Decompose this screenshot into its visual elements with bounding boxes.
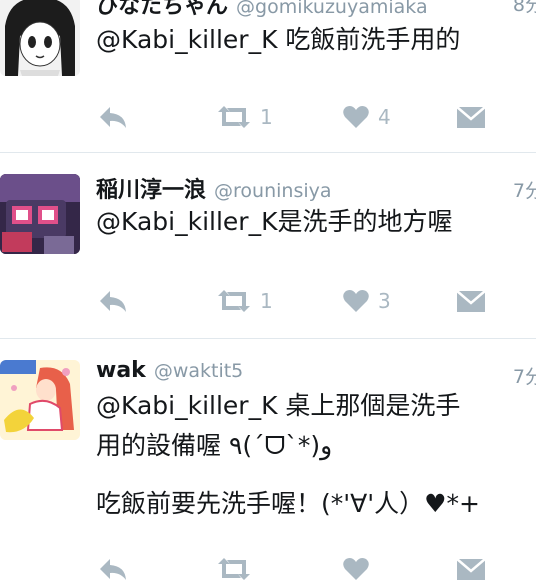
reply-button[interactable] (98, 104, 128, 130)
reply-icon (100, 559, 126, 580)
reply-icon (100, 107, 126, 128)
tweet-text-line: @Kabi_killer_K是洗手的地方喔 (96, 207, 453, 236)
user-handle[interactable]: @gomikuzuyamiaka (236, 0, 428, 18)
heart-icon (343, 290, 369, 312)
tweet-text-line: @Kabi_killer_K 吃飯前洗手用的 (96, 25, 461, 54)
tweet-actions: 1 4 (96, 104, 516, 134)
retweet-count: 1 (260, 105, 273, 129)
tweet-actions (96, 556, 516, 586)
retweet-icon (218, 106, 250, 128)
like-button[interactable] (342, 556, 370, 582)
envelope-icon (456, 290, 486, 312)
display-name[interactable]: ひなたちゃん (96, 0, 228, 19)
dm-button[interactable] (456, 556, 486, 582)
user-handle[interactable]: @waktit5 (154, 360, 243, 382)
reply-icon (100, 291, 126, 312)
avatar[interactable] (0, 0, 80, 76)
retweet-button[interactable]: 1 (216, 104, 273, 130)
heart-icon (343, 106, 369, 128)
tweet-text-line: 用的設備喔 ٩(´ᗜ`*)و (96, 431, 333, 460)
reply-button[interactable] (98, 288, 128, 314)
tweet-divider (0, 338, 536, 339)
retweet-icon (218, 290, 250, 312)
display-name[interactable]: 稲川淳一浪 (96, 178, 206, 203)
tweet-text-extra: 吃飯前要先洗手喔！(*'∀'人）♥*+ (96, 489, 480, 518)
tweet-actions: 1 3 (96, 288, 516, 318)
timestamp[interactable]: 7分 (513, 176, 536, 203)
retweet-icon (218, 558, 250, 580)
heart-icon (343, 558, 369, 580)
envelope-icon (456, 558, 486, 580)
like-button[interactable]: 4 (342, 104, 391, 130)
like-count: 3 (378, 289, 391, 313)
user-handle[interactable]: @rouninsiya (214, 180, 332, 202)
reply-button[interactable] (98, 556, 128, 582)
robot-avatar-icon (0, 174, 80, 254)
tweet-text-line: @Kabi_killer_K 桌上那個是洗手 (96, 391, 461, 420)
envelope-icon (456, 106, 486, 128)
avatar[interactable] (0, 174, 80, 254)
like-count: 4 (378, 105, 391, 129)
idol-girl-avatar-icon (0, 360, 80, 440)
anime-girl-avatar-icon (0, 0, 80, 76)
like-button[interactable]: 3 (342, 288, 391, 314)
avatar[interactable] (0, 360, 80, 440)
tweet-divider (0, 152, 536, 153)
dm-button[interactable] (456, 104, 486, 130)
timestamp[interactable]: 7分 (513, 362, 536, 389)
timestamp[interactable]: 8分 (513, 0, 536, 17)
display-name[interactable]: wak (96, 358, 146, 383)
dm-button[interactable] (456, 288, 486, 314)
retweet-button[interactable]: 1 (216, 288, 273, 314)
retweet-count: 1 (260, 289, 273, 313)
retweet-button[interactable] (216, 556, 252, 582)
